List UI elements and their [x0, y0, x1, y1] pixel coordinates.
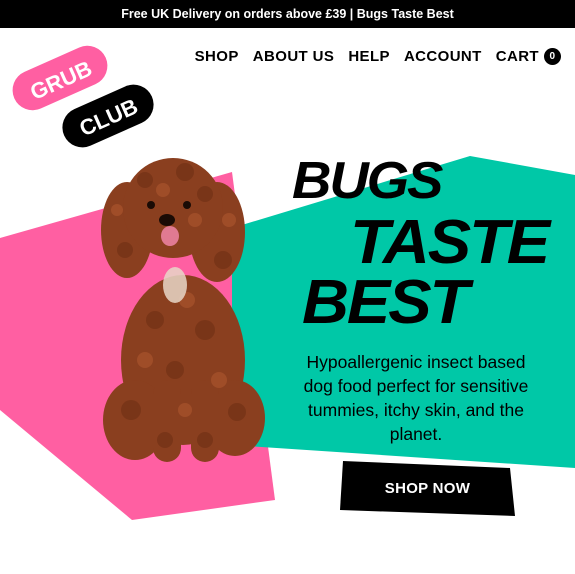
nav-cart[interactable]: CART 0: [495, 47, 561, 66]
nav-cart-label: CART: [495, 48, 539, 65]
hero-description: Hypoallergenic insect based dog food per…: [303, 352, 529, 444]
nav-account[interactable]: ACCOUNT: [404, 48, 482, 65]
grub-club-logo[interactable]: GRUB CLUB: [0, 30, 170, 155]
headline-line-3: BEST: [302, 268, 469, 337]
headline-line-2: TASTE: [350, 208, 550, 277]
nav-help[interactable]: HELP: [348, 48, 390, 65]
headline-line-1: BUGS: [292, 152, 443, 210]
nav-about-us[interactable]: ABOUT US: [253, 48, 335, 65]
main-nav: SHOP ABOUT US HELP ACCOUNT CART 0: [181, 47, 561, 66]
shop-now-button[interactable]: SHOP NOW: [340, 458, 515, 518]
nav-shop[interactable]: SHOP: [195, 48, 239, 65]
shop-now-label: SHOP NOW: [384, 479, 471, 497]
announcement-bar: Free UK Delivery on orders above £39 | B…: [0, 0, 575, 28]
announcement-text: Free UK Delivery on orders above £39 | B…: [121, 7, 454, 21]
dog-image: [101, 158, 265, 462]
cart-count-badge: 0: [544, 47, 561, 65]
